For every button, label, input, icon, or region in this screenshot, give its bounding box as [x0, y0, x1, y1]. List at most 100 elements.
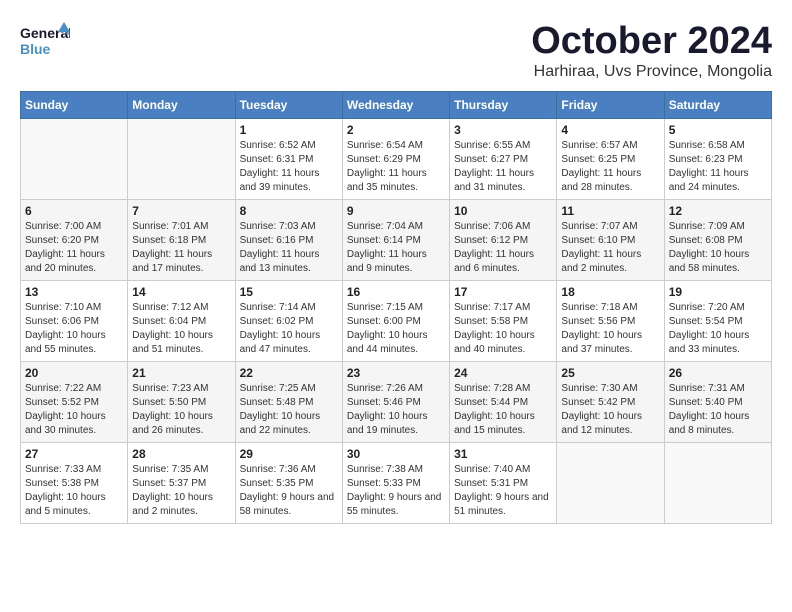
day-info: Sunrise: 7:09 AMSunset: 6:08 PMDaylight:…	[669, 220, 767, 276]
day-info: Sunrise: 6:58 AMSunset: 6:23 PMDaylight:…	[669, 139, 767, 195]
day-info: Sunrise: 7:18 AMSunset: 5:56 PMDaylight:…	[561, 301, 659, 357]
day-info: Sunrise: 7:00 AMSunset: 6:20 PMDaylight:…	[25, 220, 123, 276]
calendar-cell: 9 Sunrise: 7:04 AMSunset: 6:14 PMDaylight…	[342, 200, 449, 281]
day-number: 19	[669, 285, 767, 299]
page-header: General Blue October 2024 Harhiraa, Uvs …	[20, 20, 772, 81]
calendar-cell: 11Sunrise: 7:07 AMSunset: 6:10 PMDayligh…	[557, 200, 664, 281]
day-info: Sunrise: 7:01 AMSunset: 6:18 PMDaylight:…	[132, 220, 230, 276]
day-number: 17	[454, 285, 552, 299]
day-info: Sunrise: 6:55 AMSunset: 6:27 PMDaylight:…	[454, 139, 552, 195]
calendar-table: Sunday Monday Tuesday Wednesday Thursday…	[20, 91, 772, 524]
calendar-cell: 28 Sunrise: 7:35 AMSunset: 5:37 PMDayligh…	[128, 443, 235, 524]
day-number: 30	[347, 447, 445, 461]
day-info: Sunrise: 7:10 AMSunset: 6:06 PMDaylight:…	[25, 301, 123, 357]
calendar-cell: 31 Sunrise: 7:40 AMSunset: 5:31 PMDayligh…	[450, 443, 557, 524]
day-number: 13	[25, 285, 123, 299]
day-info: Sunrise: 7:15 AMSunset: 6:00 PMDaylight:…	[347, 301, 445, 357]
calendar-cell: 10 Sunrise: 7:06 AMSunset: 6:12 PMDayligh…	[450, 200, 557, 281]
day-number: 3	[454, 123, 552, 137]
calendar-cell: 4Sunrise: 6:57 AMSunset: 6:25 PMDaylight…	[557, 119, 664, 200]
calendar-cell: 29 Sunrise: 7:36 AMSunset: 5:35 PMDayligh…	[235, 443, 342, 524]
calendar-cell: 16 Sunrise: 7:15 AMSunset: 6:00 PMDayligh…	[342, 281, 449, 362]
day-info: Sunrise: 7:28 AMSunset: 5:44 PMDaylight:…	[454, 382, 552, 438]
day-number: 7	[132, 204, 230, 218]
calendar-cell: 5 Sunrise: 6:58 AMSunset: 6:23 PMDaylight…	[664, 119, 771, 200]
weekday-header-row: Sunday Monday Tuesday Wednesday Thursday…	[21, 92, 772, 119]
day-number: 31	[454, 447, 552, 461]
calendar-cell: 6 Sunrise: 7:00 AMSunset: 6:20 PMDaylight…	[21, 200, 128, 281]
header-monday: Monday	[128, 92, 235, 119]
calendar-week-0: 1Sunrise: 6:52 AMSunset: 6:31 PMDaylight…	[21, 119, 772, 200]
day-info: Sunrise: 7:35 AMSunset: 5:37 PMDaylight:…	[132, 463, 230, 519]
day-info: Sunrise: 7:31 AMSunset: 5:40 PMDaylight:…	[669, 382, 767, 438]
day-info: Sunrise: 7:04 AMSunset: 6:14 PMDaylight:…	[347, 220, 445, 276]
calendar-week-1: 6 Sunrise: 7:00 AMSunset: 6:20 PMDaylight…	[21, 200, 772, 281]
day-number: 2	[347, 123, 445, 137]
calendar-cell	[21, 119, 128, 200]
calendar-cell: 8 Sunrise: 7:03 AMSunset: 6:16 PMDaylight…	[235, 200, 342, 281]
calendar-cell: 12 Sunrise: 7:09 AMSunset: 6:08 PMDayligh…	[664, 200, 771, 281]
day-number: 22	[240, 366, 338, 380]
day-number: 14	[132, 285, 230, 299]
calendar-cell: 21Sunrise: 7:23 AMSunset: 5:50 PMDayligh…	[128, 362, 235, 443]
calendar-cell: 20Sunrise: 7:22 AMSunset: 5:52 PMDayligh…	[21, 362, 128, 443]
day-number: 27	[25, 447, 123, 461]
day-number: 28	[132, 447, 230, 461]
calendar-cell: 26 Sunrise: 7:31 AMSunset: 5:40 PMDayligh…	[664, 362, 771, 443]
calendar-cell: 30 Sunrise: 7:38 AMSunset: 5:33 PMDayligh…	[342, 443, 449, 524]
day-info: Sunrise: 7:14 AMSunset: 6:02 PMDaylight:…	[240, 301, 338, 357]
calendar-cell: 7 Sunrise: 7:01 AMSunset: 6:18 PMDaylight…	[128, 200, 235, 281]
day-number: 6	[25, 204, 123, 218]
calendar-cell: 18 Sunrise: 7:18 AMSunset: 5:56 PMDayligh…	[557, 281, 664, 362]
day-number: 5	[669, 123, 767, 137]
day-number: 25	[561, 366, 659, 380]
calendar-cell: 13 Sunrise: 7:10 AMSunset: 6:06 PMDayligh…	[21, 281, 128, 362]
day-number: 21	[132, 366, 230, 380]
calendar-cell: 24Sunrise: 7:28 AMSunset: 5:44 PMDayligh…	[450, 362, 557, 443]
day-number: 8	[240, 204, 338, 218]
day-info: Sunrise: 7:03 AMSunset: 6:16 PMDaylight:…	[240, 220, 338, 276]
logo: General Blue	[20, 20, 70, 60]
calendar-cell: 27 Sunrise: 7:33 AMSunset: 5:38 PMDayligh…	[21, 443, 128, 524]
day-number: 15	[240, 285, 338, 299]
day-info: Sunrise: 7:26 AMSunset: 5:46 PMDaylight:…	[347, 382, 445, 438]
svg-text:Blue: Blue	[20, 41, 51, 57]
header-saturday: Saturday	[664, 92, 771, 119]
calendar-cell: 1Sunrise: 6:52 AMSunset: 6:31 PMDaylight…	[235, 119, 342, 200]
day-number: 9	[347, 204, 445, 218]
day-number: 10	[454, 204, 552, 218]
day-info: Sunrise: 7:25 AMSunset: 5:48 PMDaylight:…	[240, 382, 338, 438]
day-info: Sunrise: 7:20 AMSunset: 5:54 PMDaylight:…	[669, 301, 767, 357]
calendar-cell	[557, 443, 664, 524]
day-number: 12	[669, 204, 767, 218]
calendar-cell: 22 Sunrise: 7:25 AMSunset: 5:48 PMDayligh…	[235, 362, 342, 443]
day-number: 16	[347, 285, 445, 299]
calendar-cell: 2 Sunrise: 6:54 AMSunset: 6:29 PMDaylight…	[342, 119, 449, 200]
day-info: Sunrise: 7:40 AMSunset: 5:31 PMDaylight:…	[454, 463, 552, 519]
location-subtitle: Harhiraa, Uvs Province, Mongolia	[531, 63, 772, 81]
header-tuesday: Tuesday	[235, 92, 342, 119]
calendar-cell: 19 Sunrise: 7:20 AMSunset: 5:54 PMDayligh…	[664, 281, 771, 362]
calendar-week-3: 20Sunrise: 7:22 AMSunset: 5:52 PMDayligh…	[21, 362, 772, 443]
day-info: Sunrise: 7:38 AMSunset: 5:33 PMDaylight:…	[347, 463, 445, 519]
calendar-cell	[664, 443, 771, 524]
title-section: October 2024 Harhiraa, Uvs Province, Mon…	[531, 20, 772, 81]
calendar-week-4: 27 Sunrise: 7:33 AMSunset: 5:38 PMDayligh…	[21, 443, 772, 524]
day-info: Sunrise: 7:30 AMSunset: 5:42 PMDaylight:…	[561, 382, 659, 438]
day-number: 23	[347, 366, 445, 380]
header-friday: Friday	[557, 92, 664, 119]
calendar-cell	[128, 119, 235, 200]
day-info: Sunrise: 7:07 AMSunset: 6:10 PMDaylight:…	[561, 220, 659, 276]
day-info: Sunrise: 6:54 AMSunset: 6:29 PMDaylight:…	[347, 139, 445, 195]
day-info: Sunrise: 7:06 AMSunset: 6:12 PMDaylight:…	[454, 220, 552, 276]
calendar-cell: 15 Sunrise: 7:14 AMSunset: 6:02 PMDayligh…	[235, 281, 342, 362]
calendar-cell: 14Sunrise: 7:12 AMSunset: 6:04 PMDayligh…	[128, 281, 235, 362]
day-number: 18	[561, 285, 659, 299]
calendar-cell: 23 Sunrise: 7:26 AMSunset: 5:46 PMDayligh…	[342, 362, 449, 443]
day-info: Sunrise: 7:33 AMSunset: 5:38 PMDaylight:…	[25, 463, 123, 519]
day-number: 20	[25, 366, 123, 380]
day-number: 29	[240, 447, 338, 461]
day-number: 26	[669, 366, 767, 380]
logo-icon: General Blue	[20, 20, 70, 60]
day-info: Sunrise: 7:36 AMSunset: 5:35 PMDaylight:…	[240, 463, 338, 519]
